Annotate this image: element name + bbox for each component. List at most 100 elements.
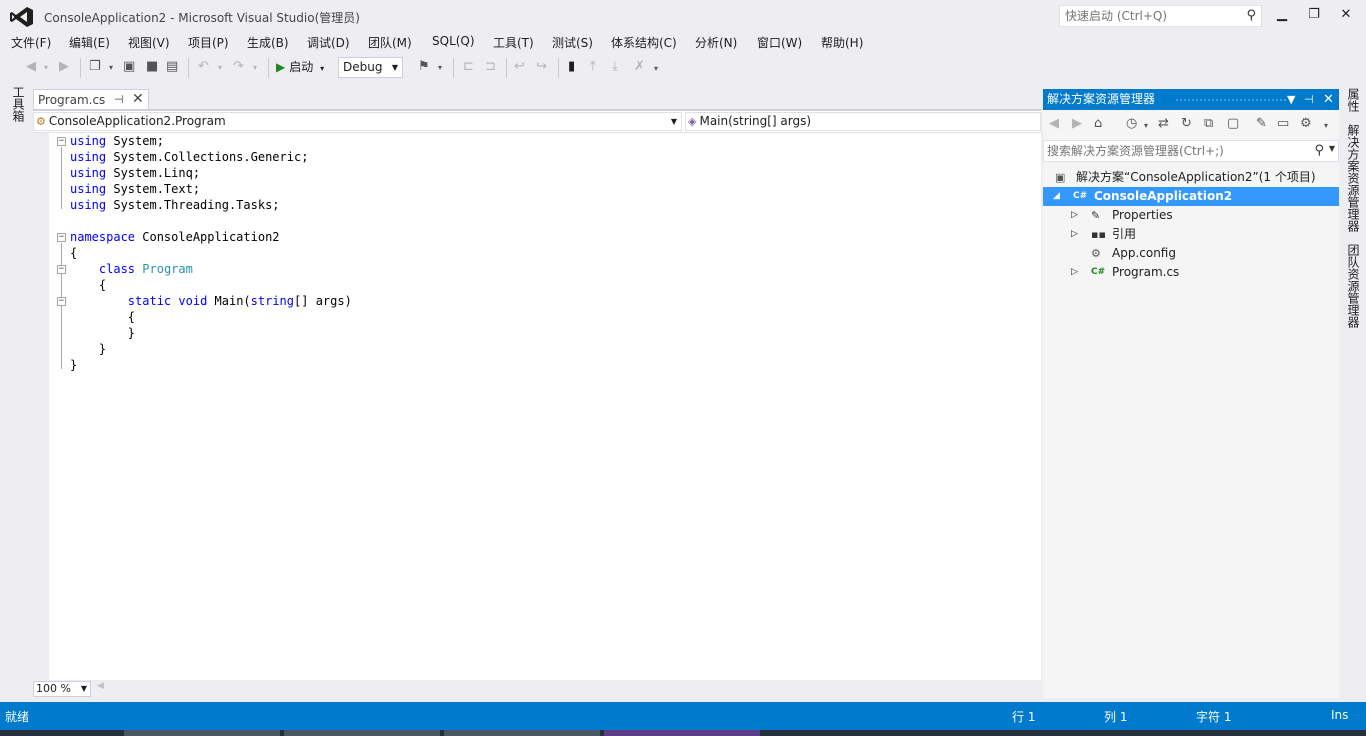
collapse-method-icon[interactable]: − (57, 297, 66, 306)
tree-item[interactable]: ▷ ▪▪ 引用 (1043, 225, 1339, 244)
new-project-icon[interactable]: ❐ (89, 59, 101, 74)
tree-item[interactable]: ◢ C# ConsoleApplication2 (1043, 187, 1339, 206)
collapsed-arrow-icon[interactable]: ▷ (1071, 225, 1078, 244)
code-line[interactable]: using System.Linq; (70, 165, 352, 181)
collapse-namespace-icon[interactable]: − (57, 233, 66, 242)
pin-icon[interactable]: ⊣ (114, 90, 124, 110)
toolbar-options-icon[interactable]: ▾ (438, 63, 442, 72)
clear-bookmarks-icon[interactable]: ✗ (634, 59, 645, 74)
back-icon[interactable]: ◀ (1049, 116, 1059, 131)
bookmark-icon[interactable]: ▮ (568, 59, 575, 74)
code-line[interactable]: class Program (70, 261, 352, 277)
tree-item[interactable]: ⚙ App.config (1043, 244, 1339, 263)
solution-explorer-tab[interactable]: 解决方案资源管理器 (1345, 124, 1362, 232)
navigate-back-icon[interactable]: ◀ (26, 59, 36, 74)
undo-icon[interactable]: ↶ (198, 59, 209, 74)
window-position-dropdown-icon[interactable]: ▼ (1287, 89, 1295, 110)
pending-changes-filter-icon[interactable]: ◷ (1126, 116, 1137, 131)
code-editor[interactable]: − − − − using System; using System.Collec… (33, 133, 1041, 680)
solution-search-box[interactable]: ⚲ ▼ (1043, 140, 1339, 162)
filter-dropdown-icon[interactable]: ▾ (1144, 121, 1148, 130)
collapse-class-icon[interactable]: − (57, 265, 66, 274)
code-line[interactable]: { (70, 309, 352, 325)
toolbox-tab[interactable]: 工具箱 (10, 86, 27, 122)
tab-program-cs[interactable]: Program.cs ⊣ ✕ (33, 89, 149, 110)
member-dropdown[interactable]: ◈ Main(string[] args) (685, 112, 1041, 131)
collapsed-arrow-icon[interactable]: ▷ (1071, 206, 1078, 225)
type-dropdown[interactable]: ⚙ ConsoleApplication2.Program ▼ (33, 112, 682, 131)
menu-window[interactable]: 窗口(W) (757, 34, 802, 51)
start-dropdown-icon[interactable]: ▾ (320, 64, 324, 73)
outdent-icon[interactable]: ⊏ (463, 59, 474, 74)
menu-analyze[interactable]: 分析(N) (695, 34, 737, 51)
menu-view[interactable]: 视图(V) (128, 34, 170, 51)
close-icon[interactable]: ✕ (132, 89, 144, 109)
code-line[interactable]: using System.Collections.Generic; (70, 149, 352, 165)
tree-item[interactable]: ▷ ✎ Properties (1043, 206, 1339, 225)
close-icon[interactable]: ✕ (1323, 89, 1334, 110)
open-file-icon[interactable]: ▣ (123, 59, 135, 74)
search-icon[interactable]: ⚲ (1314, 143, 1324, 158)
properties-wrench-icon[interactable]: ✎ (1256, 116, 1267, 131)
code-line[interactable]: } (70, 341, 352, 357)
find-in-files-icon[interactable]: ⚑ (418, 59, 430, 74)
code-text[interactable]: using System; using System.Collections.Ge… (70, 133, 352, 373)
class-diagram-icon[interactable]: ⚙ (1300, 116, 1312, 131)
quick-launch-box[interactable]: ⚲ (1059, 5, 1262, 27)
solution-search-input[interactable] (1044, 141, 1304, 161)
solution-explorer-header[interactable]: 解决方案资源管理器 ▼ ⊣ ✕ (1043, 89, 1339, 110)
taskbar-button[interactable] (284, 730, 440, 736)
auto-hide-pin-icon[interactable]: ⊣ (1304, 89, 1314, 110)
redo-icon[interactable]: ↷ (233, 59, 244, 74)
collapse-usings-icon[interactable]: − (57, 137, 66, 146)
redo-dropdown-icon[interactable]: ▾ (253, 63, 257, 72)
next-bookmark-icon[interactable]: ⤓ (612, 59, 618, 74)
toolbar-overflow-icon[interactable]: ▾ (654, 64, 658, 73)
uncomment-icon[interactable]: ↪ (536, 59, 547, 74)
code-line[interactable]: using System.Text; (70, 181, 352, 197)
taskbar-button[interactable] (444, 730, 600, 736)
menu-architecture[interactable]: 体系结构(C) (611, 34, 677, 51)
code-line[interactable]: { (70, 245, 352, 261)
menu-edit[interactable]: 编辑(E) (69, 34, 110, 51)
previous-bookmark-icon[interactable]: ⤒ (590, 59, 596, 74)
menu-sql[interactable]: SQL(Q) (432, 34, 475, 48)
code-line[interactable]: } (70, 325, 352, 341)
menu-tools[interactable]: 工具(T) (493, 34, 534, 51)
team-explorer-tab[interactable]: 团队资源管理器 (1345, 244, 1362, 328)
collapse-all-icon[interactable]: ⧉ (1204, 116, 1213, 131)
comment-icon[interactable]: ↩ (514, 59, 525, 74)
tree-item[interactable]: ▣ 解决方案“ConsoleApplication2”(1 个项目) (1043, 168, 1339, 187)
show-all-files-icon[interactable]: ▢ (1227, 116, 1239, 131)
taskbar-button-visual-studio[interactable] (604, 730, 760, 736)
taskbar-button[interactable] (124, 730, 280, 736)
toolbar-overflow-icon[interactable]: ▾ (1324, 121, 1328, 130)
code-line[interactable]: using System.Threading.Tasks; (70, 197, 352, 213)
code-line[interactable] (70, 213, 352, 229)
properties-tab[interactable]: 属性 (1345, 88, 1362, 112)
code-line[interactable]: namespace ConsoleApplication2 (70, 229, 352, 245)
save-all-icon[interactable]: ▤ (166, 59, 178, 74)
menu-help[interactable]: 帮助(H) (821, 34, 863, 51)
solution-configuration-select[interactable]: Debug ▼ (338, 57, 403, 78)
close-window-button[interactable]: ✕ (1332, 5, 1360, 25)
save-icon[interactable]: ■ (146, 59, 158, 74)
undo-dropdown-icon[interactable]: ▾ (218, 63, 222, 72)
scroll-left-icon[interactable]: ◀ (97, 681, 104, 691)
expanded-arrow-icon[interactable]: ◢ (1053, 187, 1060, 206)
code-line[interactable]: using System; (70, 133, 352, 149)
search-icon[interactable]: ⚲ (1246, 8, 1256, 23)
restore-button[interactable]: ❐ (1300, 5, 1328, 25)
code-line[interactable]: { (70, 277, 352, 293)
navigate-forward-icon[interactable]: ▶ (59, 59, 69, 74)
menu-debug[interactable]: 调试(D) (307, 34, 350, 51)
drag-grip[interactable] (1175, 98, 1287, 103)
menu-test[interactable]: 测试(S) (552, 34, 593, 51)
home-icon[interactable]: ⌂ (1094, 116, 1102, 131)
code-line[interactable]: static void Main(string[] args) (70, 293, 352, 309)
menu-file[interactable]: 文件(F) (11, 34, 51, 51)
back-dropdown-icon[interactable]: ▾ (44, 63, 48, 72)
new-project-dropdown-icon[interactable]: ▾ (109, 63, 113, 72)
refresh-icon[interactable]: ↻ (1181, 116, 1192, 131)
zoom-select[interactable]: 100 % ▼ (33, 681, 91, 697)
